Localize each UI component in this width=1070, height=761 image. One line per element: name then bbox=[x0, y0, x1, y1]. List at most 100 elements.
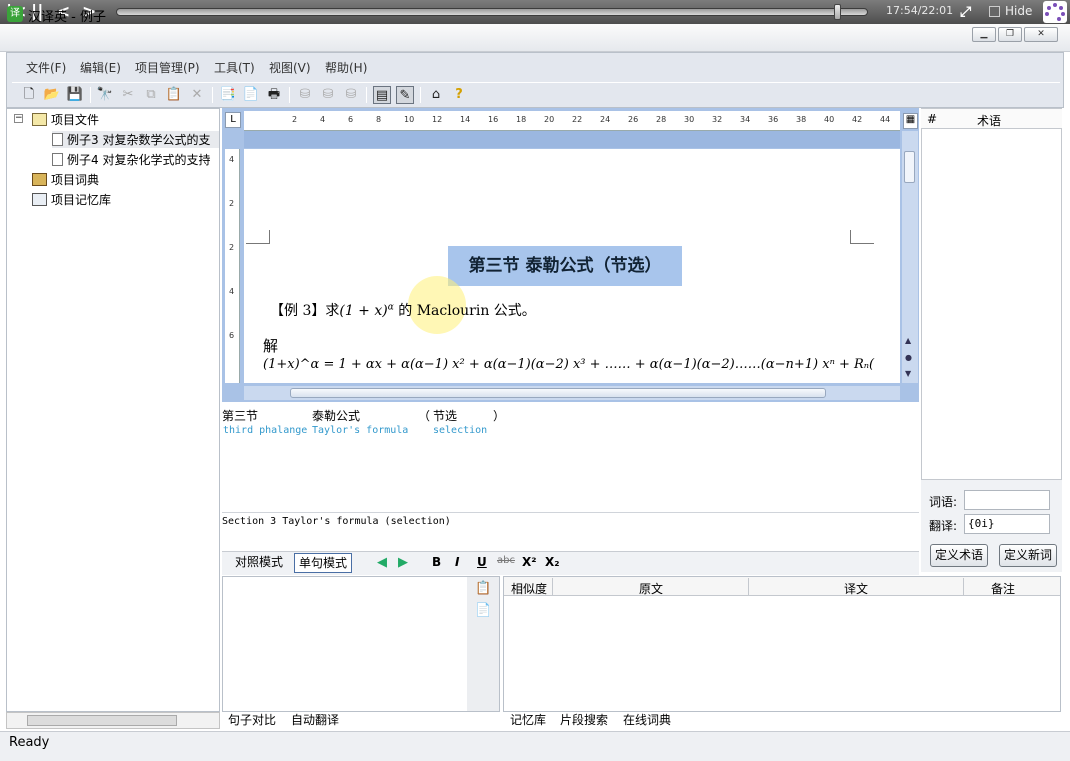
underline-button[interactable]: U bbox=[477, 555, 487, 569]
scroll-prev-page-icon[interactable]: ▲ bbox=[905, 336, 911, 345]
scroll-next-page-icon[interactable]: ▼ bbox=[905, 369, 911, 378]
target-token[interactable]: third phalange bbox=[223, 425, 307, 436]
prev-sentence-icon[interactable]: ◀ bbox=[377, 555, 387, 570]
fullscreen-icon[interactable]: ⤢ bbox=[960, 2, 971, 22]
source-token[interactable]: 第三节 bbox=[222, 407, 258, 424]
tree-item-memory[interactable]: 项目记忆库 bbox=[32, 191, 111, 208]
delete-icon[interactable]: ✕ bbox=[188, 86, 206, 104]
minimize-button[interactable]: ▁ bbox=[972, 27, 996, 42]
memory-results-pane[interactable] bbox=[503, 576, 1061, 712]
paste-icon[interactable]: 📋 bbox=[165, 86, 183, 104]
editor-hscroll-thumb[interactable] bbox=[290, 388, 826, 398]
tm-add-icon[interactable]: ⛁ bbox=[296, 86, 314, 104]
progress-thumb[interactable] bbox=[833, 4, 841, 20]
menu-tools[interactable]: 工具(T) bbox=[214, 59, 255, 76]
progress-track[interactable] bbox=[116, 8, 868, 16]
compare-mode-button[interactable]: 对照模式 bbox=[231, 553, 287, 573]
tree-scroll-thumb[interactable] bbox=[27, 715, 177, 726]
menu-view[interactable]: 视图(V) bbox=[269, 59, 311, 76]
source-token[interactable]: 泰勒公式 bbox=[312, 407, 360, 424]
translation-input[interactable]: {0i} bbox=[964, 514, 1050, 534]
bold-button[interactable]: B bbox=[432, 555, 441, 569]
tree-item-example4[interactable]: 例子4 对复杂化学式的支持 bbox=[52, 151, 219, 168]
scroll-select-object-icon[interactable]: ● bbox=[905, 353, 912, 362]
edit-view-icon[interactable]: ✎ bbox=[396, 86, 414, 104]
menu-edit[interactable]: 编辑(E) bbox=[80, 59, 121, 76]
single-mode-button[interactable]: 单句模式 bbox=[294, 553, 353, 573]
vruler-number: 2 bbox=[229, 243, 235, 252]
copy-icon[interactable]: ⧉ bbox=[142, 86, 160, 104]
tab-auto-translate[interactable]: 自动翻译 bbox=[291, 712, 339, 729]
translation-text[interactable]: Section 3 Taylor's formula (selection) bbox=[222, 516, 451, 527]
tree-item-dictionary[interactable]: 项目词典 bbox=[32, 171, 99, 188]
ruler-number: 28 bbox=[656, 115, 667, 124]
target-token[interactable]: selection bbox=[433, 425, 487, 436]
tm-delete-icon[interactable]: ⛁ bbox=[342, 86, 360, 104]
tree-horizontal-scrollbar[interactable] bbox=[6, 712, 220, 729]
ruler-number: 20 bbox=[544, 115, 555, 124]
tree-item-project-files[interactable]: 项目文件 bbox=[32, 111, 99, 128]
hide-checkbox[interactable] bbox=[989, 6, 1000, 17]
ruler-number: 44 bbox=[880, 115, 891, 124]
sentence-detail-pane[interactable] bbox=[222, 576, 500, 712]
import-icon[interactable]: 📑 bbox=[219, 86, 237, 104]
memory-icon bbox=[32, 193, 47, 206]
insert-icon[interactable]: 📄 bbox=[475, 603, 491, 618]
new-file-icon[interactable]: 🗋 bbox=[20, 86, 38, 104]
ruler-number: 4 bbox=[320, 115, 326, 124]
target-token[interactable]: Taylor's formula bbox=[312, 425, 408, 436]
layout-view-icon[interactable]: ▤ bbox=[373, 86, 391, 104]
collapse-toggle-icon[interactable]: − bbox=[14, 114, 23, 123]
tm-search-icon[interactable]: ⛁ bbox=[319, 86, 337, 104]
editor-vscroll-thumb[interactable] bbox=[904, 151, 915, 183]
paste-clip-icon[interactable]: 📋 bbox=[475, 581, 491, 596]
tab-stop-icon[interactable]: L bbox=[225, 112, 241, 128]
col-source[interactable]: 原文 bbox=[639, 580, 663, 597]
column-divider bbox=[552, 578, 553, 595]
next-sentence-icon[interactable]: ▶ bbox=[398, 555, 408, 570]
export-icon[interactable]: 📄 bbox=[242, 86, 260, 104]
ruler-number: 8 bbox=[376, 115, 382, 124]
example-line[interactable]: 【例 3】求(1 + x)α 的 Maclourin 公式。 bbox=[270, 300, 536, 320]
save-icon[interactable]: 💾 bbox=[66, 86, 84, 104]
home-icon[interactable]: ⌂ bbox=[427, 86, 445, 104]
tab-memory[interactable]: 记忆库 bbox=[510, 712, 546, 729]
menu-project[interactable]: 项目管理(P) bbox=[135, 59, 200, 76]
column-divider bbox=[748, 578, 749, 595]
tab-online-dictionary[interactable]: 在线词典 bbox=[623, 712, 671, 729]
ruler-number: 12 bbox=[432, 115, 443, 124]
taylor-formula[interactable]: (1+x)^α = 1 + αx + α(α−1) x² + α(α−1)(α−… bbox=[263, 357, 874, 372]
source-token[interactable]: （ bbox=[418, 407, 430, 424]
menu-file[interactable]: 文件(F) bbox=[26, 59, 66, 76]
italic-button[interactable]: I bbox=[455, 555, 459, 569]
editor-vertical-scrollbar[interactable]: ▲ ● ▼ bbox=[902, 131, 918, 383]
col-translation[interactable]: 译文 bbox=[844, 580, 868, 597]
superscript-button[interactable]: X² bbox=[522, 555, 537, 569]
page-corner-mark bbox=[850, 230, 874, 244]
word-input[interactable] bbox=[964, 490, 1050, 510]
source-token[interactable]: ） bbox=[493, 407, 505, 424]
find-icon[interactable]: 🔭 bbox=[96, 86, 114, 104]
ruler-number: 32 bbox=[712, 115, 723, 124]
print-icon[interactable]: 🖶 bbox=[265, 86, 283, 104]
tree-item-example3[interactable]: 例子3 对复杂数学公式的支 bbox=[52, 131, 219, 148]
menu-help[interactable]: 帮助(H) bbox=[325, 59, 367, 76]
col-notes[interactable]: 备注 bbox=[991, 580, 1015, 597]
close-button[interactable]: ✕ bbox=[1024, 27, 1058, 42]
status-text: Ready bbox=[9, 735, 50, 750]
subscript-button[interactable]: X₂ bbox=[545, 555, 560, 569]
restore-button[interactable]: ❐ bbox=[998, 27, 1022, 42]
ruler-toggle-icon[interactable]: ▦ bbox=[903, 113, 918, 129]
define-term-button[interactable]: 定义术语 bbox=[930, 544, 988, 567]
tab-fragment-search[interactable]: 片段搜索 bbox=[560, 712, 608, 729]
col-similarity[interactable]: 相似度 bbox=[511, 580, 547, 597]
cut-icon[interactable]: ✂ bbox=[119, 86, 137, 104]
tab-sentence-compare[interactable]: 句子对比 bbox=[228, 712, 276, 729]
define-word-button[interactable]: 定义新词 bbox=[999, 544, 1057, 567]
document-heading[interactable]: 第三节 泰勒公式（节选） bbox=[448, 246, 682, 286]
player-logo-icon bbox=[1043, 1, 1067, 23]
open-folder-icon[interactable]: 📂 bbox=[43, 86, 61, 104]
source-token[interactable]: 节选 bbox=[433, 407, 457, 424]
help-icon[interactable]: ? bbox=[450, 86, 468, 104]
strikethrough-button[interactable]: abc bbox=[497, 555, 515, 566]
